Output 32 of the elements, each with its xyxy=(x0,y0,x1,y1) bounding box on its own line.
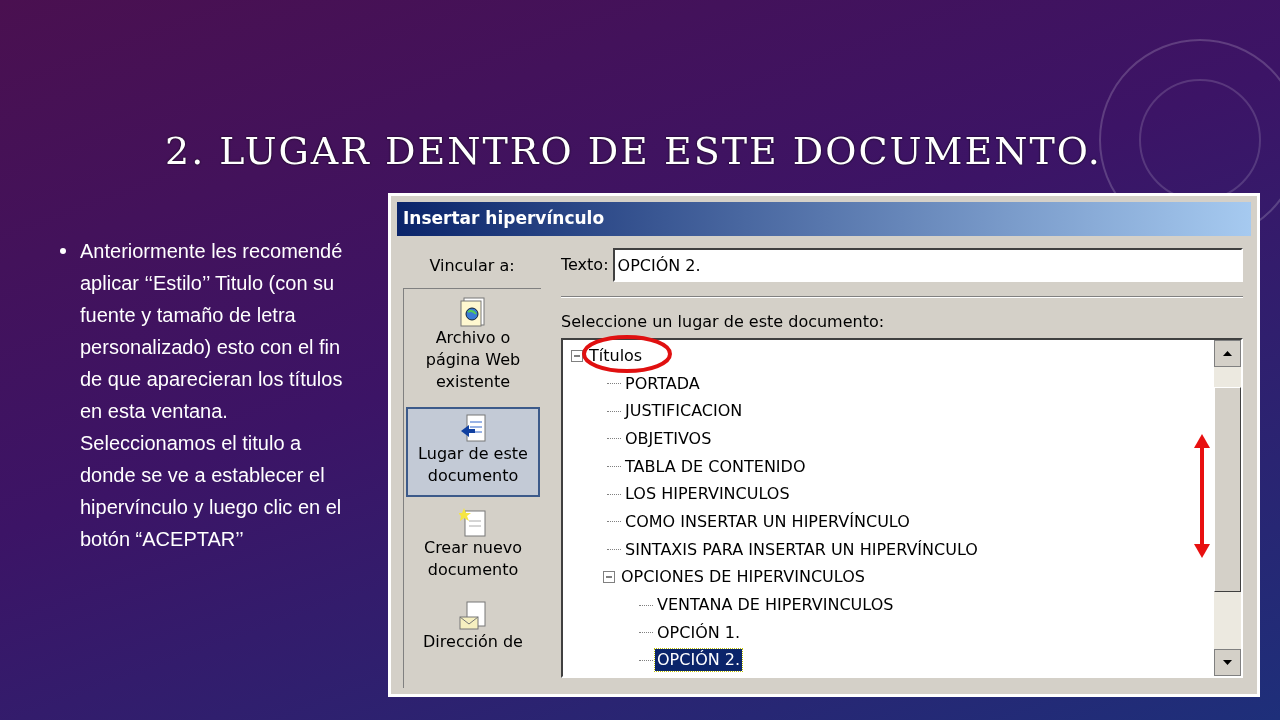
globe-document-icon xyxy=(460,297,486,327)
up-triangle-icon xyxy=(1223,351,1232,356)
tree-item[interactable]: VENTANA DE HIPERVINCULOS xyxy=(655,594,896,617)
new-document-icon xyxy=(459,507,487,537)
bullet-text: Anteriormente les recomendé aplicar ‘‘Estilo’’ Titulo (con su fuente y tamaño de letra personalizado) esto con el fin de que aparecieran los títulos en esta ventana. Seleccionamos el titulo a donde se ve a establecer el hipervínculo y luego clic en el botón “ACEPTAR’’ xyxy=(80,239,344,552)
slide-title: 2. LUGAR DENTRO DE ESTE DOCUMENTO. xyxy=(165,128,1102,175)
tree-item[interactable]: LOS HIPERVINCULOS xyxy=(623,483,792,506)
tree-item[interactable]: TABLA DE CONTENIDO xyxy=(623,455,808,478)
link-to-label: Vincular a: xyxy=(429,255,515,277)
tree-item[interactable]: COMO INSERTAR UN HIPERVÍNCULO xyxy=(623,510,912,533)
envelope-document-icon xyxy=(459,601,487,631)
tree-item[interactable]: OBJETIVOS xyxy=(623,427,714,450)
tree-item[interactable]: OPCIÓN 1. xyxy=(655,621,743,644)
scroll-down-button[interactable] xyxy=(1214,649,1241,676)
scroll-thumb[interactable] xyxy=(1214,387,1241,592)
tree-item[interactable]: SINTAXIS PARA INSERTAR UN HIPERVÍNCULO xyxy=(623,538,980,561)
text-label: Texto: xyxy=(561,254,609,276)
text-field[interactable]: OPCIÓN 2. xyxy=(612,248,1243,282)
bullet-icon xyxy=(60,248,66,254)
link-to-option[interactable]: Lugar de este documento xyxy=(406,407,540,497)
collapse-toggle-icon[interactable] xyxy=(603,571,615,584)
document-arrow-icon xyxy=(459,413,487,443)
tree-item[interactable]: PORTADA xyxy=(623,372,702,395)
scrollbar[interactable] xyxy=(1214,340,1241,676)
tree-item[interactable]: OPCIÓN 2. xyxy=(655,649,743,672)
place-label: Seleccione un lugar de este documento: xyxy=(561,311,885,333)
tree-item[interactable]: JUSTIFICACION xyxy=(623,400,745,423)
down-triangle-icon xyxy=(1223,660,1232,665)
window-title: Insertar hipervínculo xyxy=(397,202,1251,236)
tree-item[interactable]: OPCIONES DE HIPERVINCULOS xyxy=(619,566,867,589)
collapse-toggle-icon[interactable] xyxy=(571,349,583,362)
scroll-up-button[interactable] xyxy=(1214,340,1241,367)
